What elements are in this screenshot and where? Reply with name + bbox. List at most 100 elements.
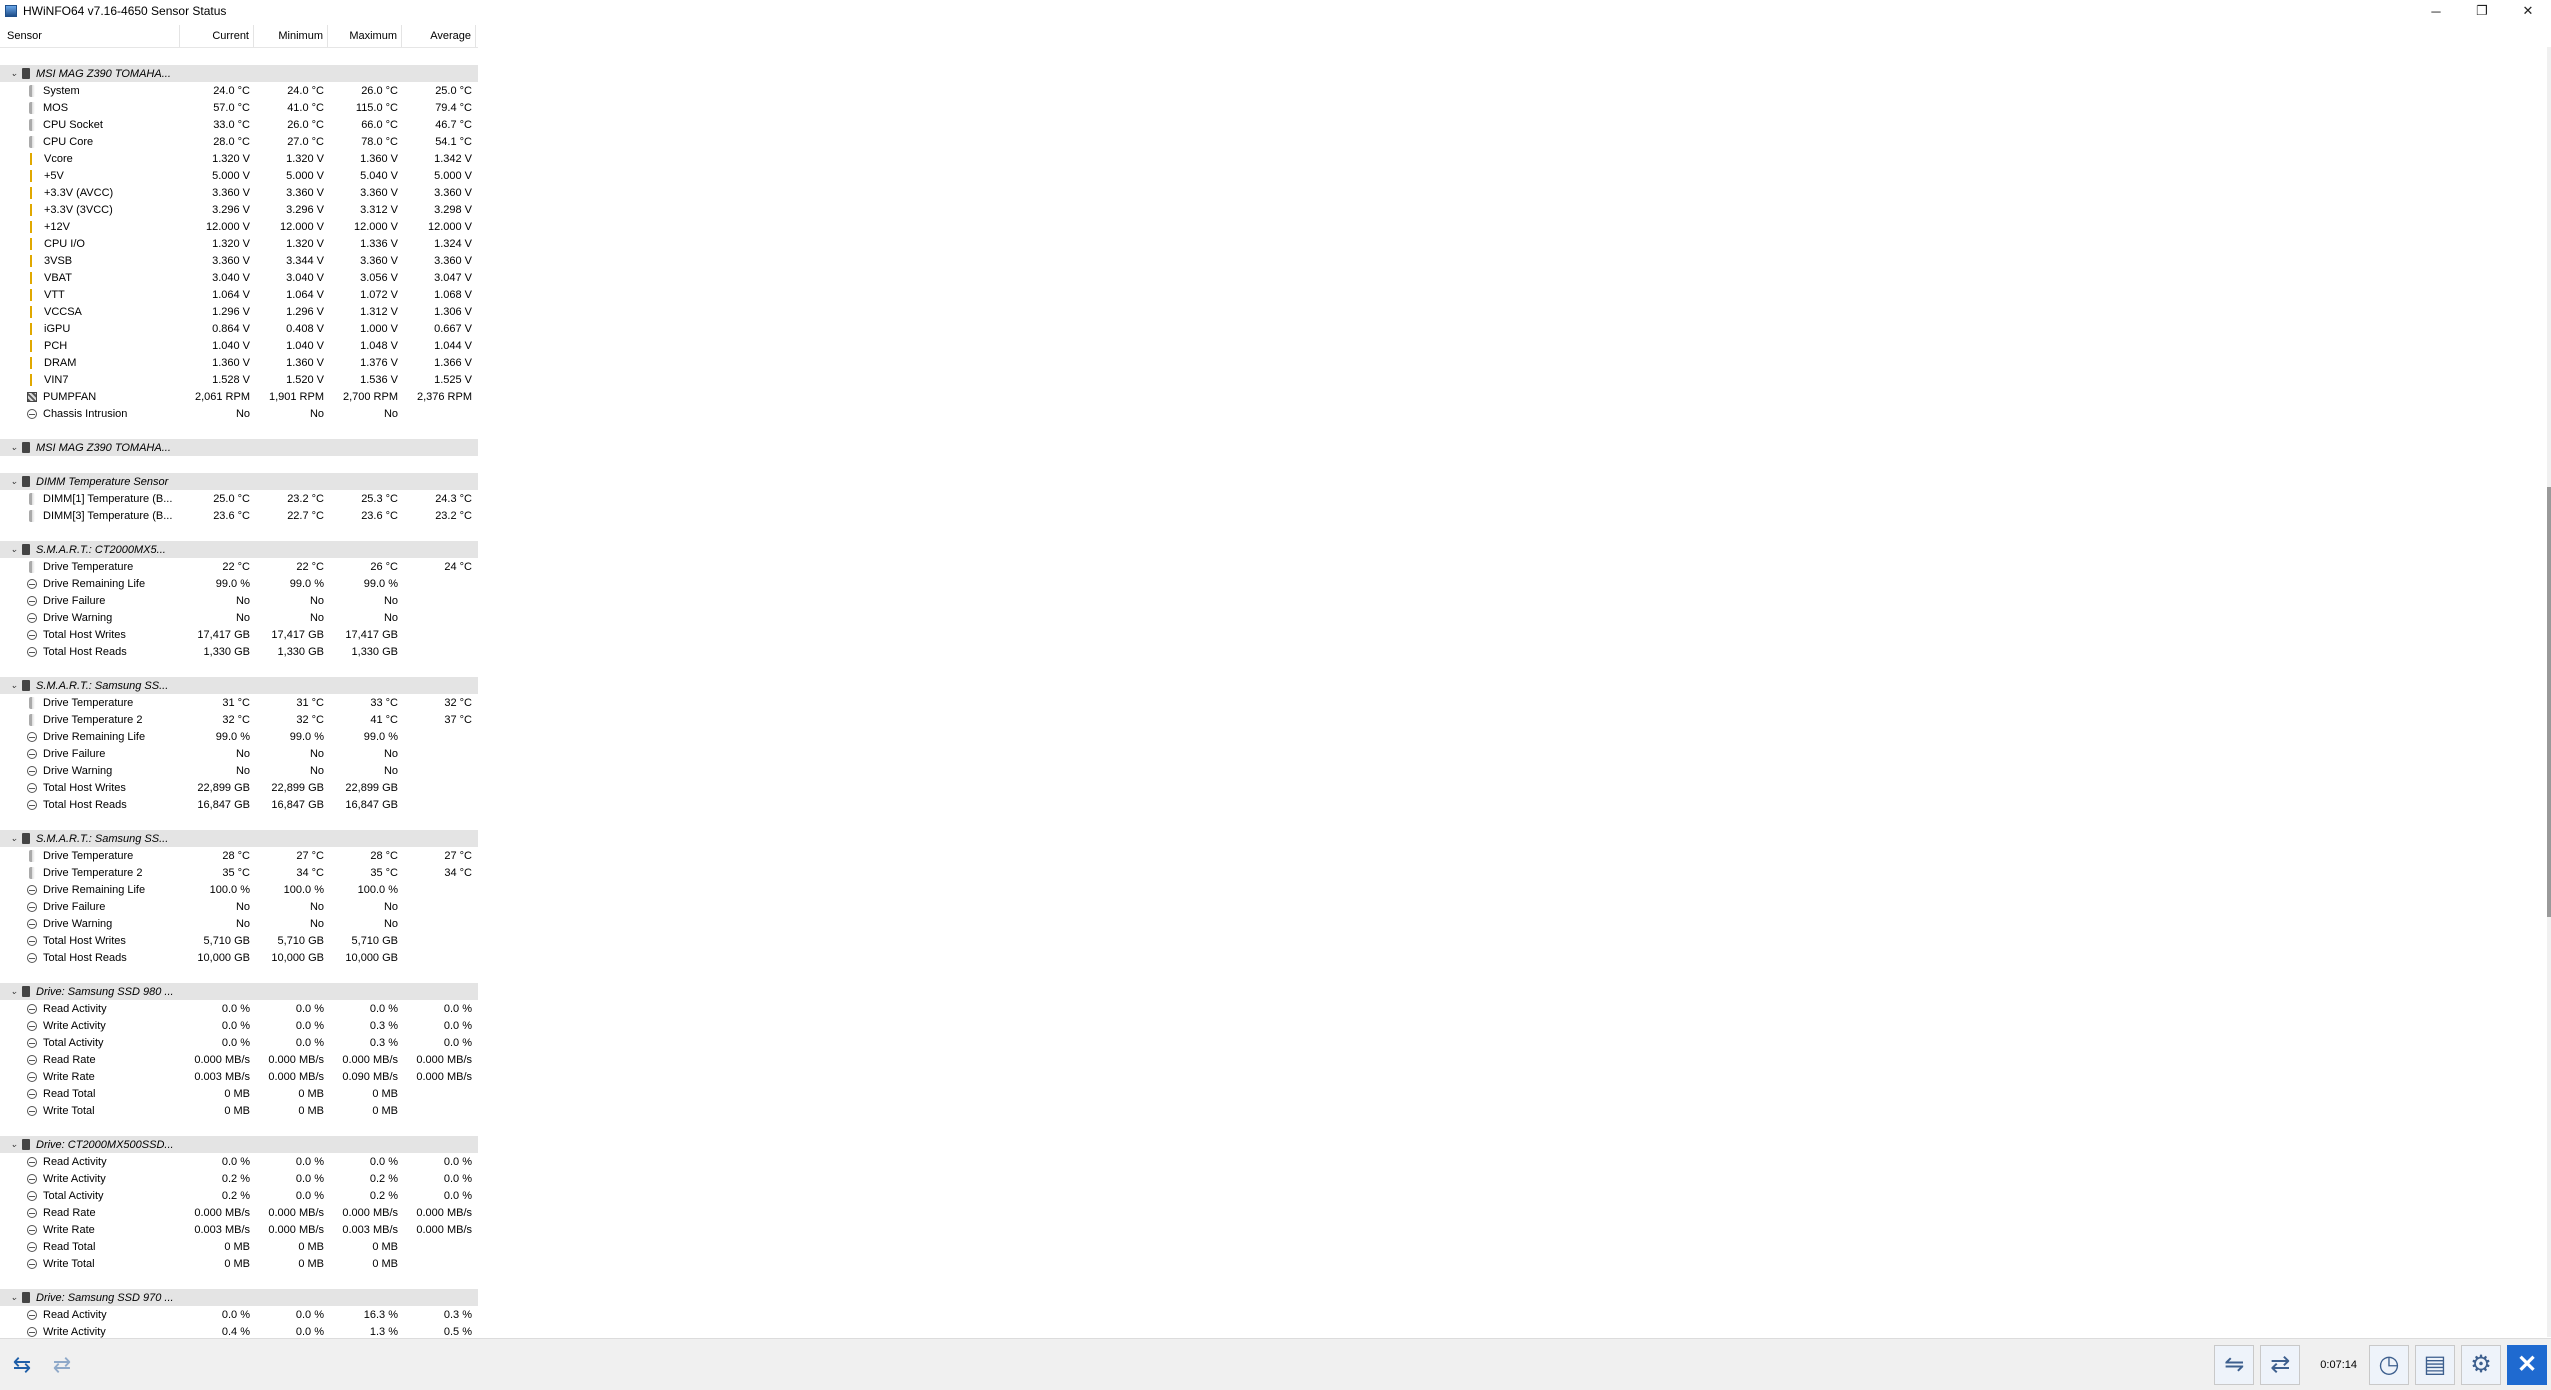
vertical-scrollbar[interactable] [2547,47,2551,1337]
sensor-group-row[interactable]: ⌄ MSI MAG Z390 TOMAHA... [0,65,478,82]
table-row[interactable]: DIMM[3] Temperature (B... 23.6 °C 22.7 °C 2… [0,507,478,524]
table-row[interactable]: Total Activity 0.2 % 0.0 % 0.2 % 0.0 % [0,1187,478,1204]
table-row[interactable]: Drive Failure No No No [0,592,478,609]
table-row[interactable]: CPU Socket 33.0 °C 26.0 °C 66.0 °C 46.7 °C [0,116,478,133]
table-row[interactable]: Drive Warning No No No [0,609,478,626]
table-row[interactable]: Write Activity 0.2 % 0.0 % 0.2 % 0.0 % [0,1170,478,1187]
table-row[interactable]: Total Host Reads 1,330 GB 1,330 GB 1,330 GB [0,643,478,660]
table-row[interactable]: Write Rate 0.003 MB/s 0.000 MB/s 0.090 MB/s… [0,1068,478,1085]
table-row[interactable]: Drive Remaining Life 100.0 % 100.0 % 100.0 … [0,881,478,898]
table-row[interactable]: Total Host Writes 22,899 GB 22,899 GB 22,89… [0,779,478,796]
table-row[interactable]: Drive Failure No No No [0,745,478,762]
table-row[interactable]: Read Rate 0.000 MB/s 0.000 MB/s 0.000 MB/s 0… [0,1204,478,1221]
table-row[interactable]: +12V 12.000 V 12.000 V 12.000 V 12.000 V [0,218,478,235]
table-row[interactable]: DIMM[1] Temperature (B... 25.0 °C 23.2 °C 2… [0,490,478,507]
close-icon[interactable]: ✕ [2507,1344,2547,1385]
table-row[interactable]: PCH 1.040 V 1.040 V 1.048 V 1.044 V [0,337,478,354]
sensor-group-row[interactable]: ⌄ MSI MAG Z390 TOMAHA... [0,439,478,456]
average-value: 0.000 MB/s [416,1070,472,1083]
chevron-down-icon[interactable]: ⌄ [6,680,22,691]
chevron-down-icon[interactable]: ⌄ [6,442,22,453]
chevron-down-icon[interactable]: ⌄ [6,68,22,79]
table-row[interactable]: Chassis Intrusion No No No [0,405,478,422]
table-row[interactable]: Drive Failure No No No [0,898,478,915]
expand-collapse-button[interactable]: ⇆ [4,1350,40,1380]
table-row[interactable]: +3.3V (3VCC) 3.296 V 3.296 V 3.312 V 3.298 V [0,201,478,218]
table-row[interactable]: Write Activity 0.0 % 0.0 % 0.3 % 0.0 % [0,1017,478,1034]
table-row[interactable]: Drive Remaining Life 99.0 % 99.0 % 99.0 % [0,728,478,745]
table-row[interactable]: Total Host Reads 16,847 GB 16,847 GB 16,847… [0,796,478,813]
table-row[interactable]: +3.3V (AVCC) 3.360 V 3.360 V 3.360 V 3.360 V [0,184,478,201]
table-row[interactable]: DRAM 1.360 V 1.360 V 1.376 V 1.366 V [0,354,478,371]
sensor-group-row[interactable]: ⌄ Drive: CT2000MX500SSD... [0,1136,478,1153]
sensor-group-row[interactable]: ⌄ S.M.A.R.T.: Samsung SS... [0,830,478,847]
close-window-button[interactable]: ✕ [2505,0,2551,22]
table-row[interactable]: System 24.0 °C 24.0 °C 26.0 °C 25.0 °C [0,82,478,99]
chevron-down-icon[interactable]: ⌄ [6,544,22,555]
chevron-down-icon[interactable]: ⌄ [6,476,22,487]
table-row[interactable]: Read Total 0 MB 0 MB 0 MB [0,1085,478,1102]
table-row[interactable]: Total Host Writes 5,710 GB 5,710 GB 5,710 G… [0,932,478,949]
table-row[interactable]: Write Total 0 MB 0 MB 0 MB [0,1255,478,1272]
table-row[interactable]: PUMPFAN 2,061 RPM 1,901 RPM 2,700 RPM 2,376 … [0,388,478,405]
table-row[interactable]: Total Host Reads 10,000 GB 10,000 GB 10,000… [0,949,478,966]
table-row[interactable]: Drive Temperature 2 32 °C 32 °C 41 °C 37 °C [0,711,478,728]
table-row[interactable]: Vcore 1.320 V 1.320 V 1.360 V 1.342 V [0,150,478,167]
table-row[interactable]: Read Activity 0.0 % 0.0 % 16.3 % 0.3 % [0,1306,478,1323]
table-row[interactable]: Drive Temperature 28 °C 27 °C 28 °C 27 °C [0,847,478,864]
sensor-group-row[interactable]: ⌄ S.M.A.R.T.: CT2000MX5... [0,541,478,558]
gauge-icon [27,799,37,810]
table-row[interactable]: iGPU 0.864 V 0.408 V 1.000 V 0.667 V [0,320,478,337]
table-row[interactable]: Read Rate 0.000 MB/s 0.000 MB/s 0.000 MB/s 0… [0,1051,478,1068]
sensor-label: Drive Temperature 2 [43,713,143,726]
sensor-table: ⌄ MSI MAG Z390 TOMAHA... System 24.0 °C 24.0… [0,48,478,1340]
table-row[interactable]: CPU I/O 1.320 V 1.320 V 1.336 V 1.324 V [0,235,478,252]
sensor-group-row[interactable]: ⌄ Drive: Samsung SSD 970 ... [0,1289,478,1306]
settings-icon[interactable]: ⚙ [2461,1344,2501,1385]
minimize-button[interactable]: ─ [2413,0,2459,22]
gauge-icon [27,1088,37,1099]
table-row[interactable]: VIN7 1.528 V 1.520 V 1.536 V 1.525 V [0,371,478,388]
maximize-button[interactable]: ❐ [2459,0,2505,22]
table-row[interactable]: MOS 57.0 °C 41.0 °C 115.0 °C 79.4 °C [0,99,478,116]
table-row[interactable]: CPU Core 28.0 °C 27.0 °C 78.0 °C 54.1 °C [0,133,478,150]
sensor-group-row[interactable]: ⌄ S.M.A.R.T.: Samsung SS... [0,677,478,694]
column-maximum[interactable]: Maximum [328,25,402,47]
sensor-group-row[interactable]: ⌄ Drive: Samsung SSD 980 ... [0,983,478,1000]
scroll-thumb[interactable] [2547,487,2551,917]
table-row[interactable]: Drive Temperature 22 °C 22 °C 26 °C 24 °C [0,558,478,575]
chevron-down-icon[interactable]: ⌄ [6,1139,22,1150]
chevron-down-icon[interactable]: ⌄ [6,1292,22,1303]
average-value: 27 °C [444,849,472,862]
table-row[interactable]: 3VSB 3.360 V 3.344 V 3.360 V 3.360 V [0,252,478,269]
chevron-down-icon[interactable]: ⌄ [6,833,22,844]
chevron-down-icon[interactable]: ⌄ [6,986,22,997]
table-row[interactable]: Read Total 0 MB 0 MB 0 MB [0,1238,478,1255]
column-minimum[interactable]: Minimum [254,25,328,47]
average-value: 0.0 % [443,1036,472,1049]
table-row[interactable]: +5V 5.000 V 5.000 V 5.040 V 5.000 V [0,167,478,184]
layout-button[interactable]: ⇄ [44,1350,80,1380]
table-row[interactable]: Drive Remaining Life 99.0 % 99.0 % 99.0 % [0,575,478,592]
clock-icon[interactable]: ◷ [2369,1344,2409,1385]
table-row[interactable]: VCCSA 1.296 V 1.296 V 1.312 V 1.306 V [0,303,478,320]
table-row[interactable]: VBAT 3.040 V 3.040 V 3.056 V 3.047 V [0,269,478,286]
swap-icon[interactable]: ⇄ [2260,1344,2301,1385]
table-row[interactable]: Read Activity 0.0 % 0.0 % 0.0 % 0.0 % [0,1000,478,1017]
table-row[interactable]: Read Activity 0.0 % 0.0 % 0.0 % 0.0 % [0,1153,478,1170]
table-row[interactable]: Write Total 0 MB 0 MB 0 MB [0,1102,478,1119]
table-row[interactable]: VTT 1.064 V 1.064 V 1.072 V 1.068 V [0,286,478,303]
network-icon[interactable]: ⇋ [2214,1344,2255,1385]
table-row[interactable]: Drive Warning No No No [0,762,478,779]
table-row[interactable]: Drive Warning No No No [0,915,478,932]
sensor-group-row[interactable]: ⌄ DIMM Temperature Sensor [0,473,478,490]
table-row[interactable]: Drive Temperature 31 °C 31 °C 33 °C 32 °C [0,694,478,711]
add-report-icon[interactable]: ▤ [2415,1344,2455,1385]
table-row[interactable]: Total Host Writes 17,417 GB 17,417 GB 17,41… [0,626,478,643]
table-row[interactable]: Write Rate 0.003 MB/s 0.000 MB/s 0.003 MB/s… [0,1221,478,1238]
column-sensor[interactable]: Sensor [0,25,180,47]
table-row[interactable]: Total Activity 0.0 % 0.0 % 0.3 % 0.0 % [0,1034,478,1051]
column-average[interactable]: Average [402,25,476,47]
column-current[interactable]: Current [180,25,254,47]
table-row[interactable]: Drive Temperature 2 35 °C 34 °C 35 °C 34 °C [0,864,478,881]
